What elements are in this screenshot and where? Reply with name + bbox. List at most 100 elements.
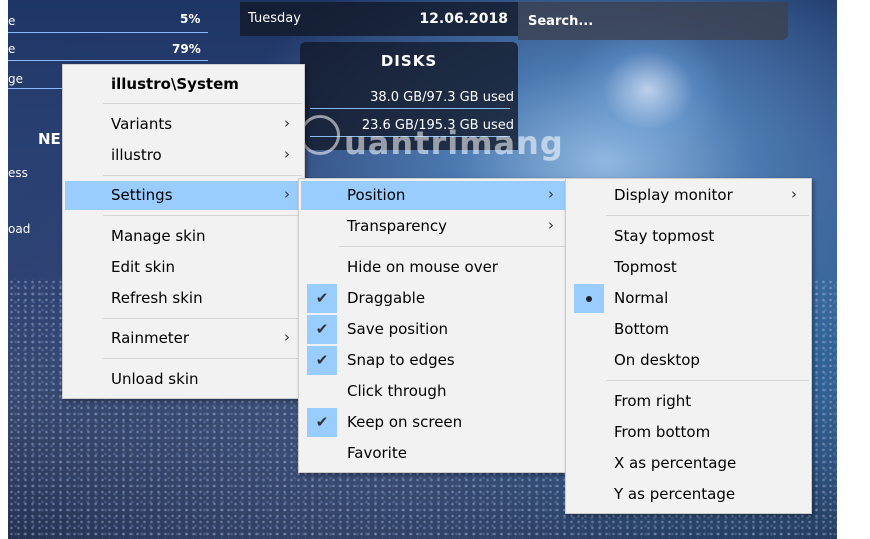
menu-item-variants[interactable]: Variants › bbox=[65, 110, 302, 139]
menu-item-edit-skin[interactable]: Edit skin bbox=[65, 253, 302, 282]
menu-item-label: On desktop bbox=[614, 351, 700, 369]
search-placeholder[interactable]: Search... bbox=[528, 14, 593, 29]
menu-item-label: Variants bbox=[111, 115, 173, 133]
menu-item-label: illustro bbox=[111, 146, 162, 164]
day-label: Tuesday bbox=[248, 11, 301, 26]
chevron-right-icon: › bbox=[548, 185, 554, 203]
menu-item-label: Display monitor bbox=[614, 186, 733, 204]
menu-item-position[interactable]: Position › bbox=[301, 181, 566, 210]
date-label: 12.06.2018 bbox=[419, 11, 508, 27]
menu-separator bbox=[103, 175, 302, 176]
menu-separator bbox=[606, 380, 809, 381]
menu-item-label: Bottom bbox=[614, 320, 670, 338]
menu-item-label: Favorite bbox=[347, 444, 407, 462]
menu-item-label: Save position bbox=[347, 320, 449, 338]
menu-item-refresh-skin[interactable]: Refresh skin bbox=[65, 284, 302, 313]
left-widget-label: e bbox=[8, 14, 16, 28]
chevron-right-icon: › bbox=[284, 185, 290, 203]
menu-item-normal[interactable]: Normal bbox=[568, 284, 809, 313]
menu-item-keep-on-screen[interactable]: ✔ Keep on screen bbox=[301, 408, 566, 437]
menu-item-label: Normal bbox=[614, 289, 669, 307]
search-widget[interactable]: Search... bbox=[518, 2, 788, 40]
watermark-logo-icon bbox=[300, 115, 340, 155]
watermark-text: uantrimang bbox=[344, 124, 564, 162]
menu-item-settings[interactable]: Settings › bbox=[65, 181, 302, 210]
chevron-right-icon: › bbox=[284, 145, 290, 163]
menu-item-label: From bottom bbox=[614, 423, 711, 441]
disk1-usage: 38.0 GB/97.3 GB used bbox=[370, 90, 514, 105]
menu-item-manage-skin[interactable]: Manage skin bbox=[65, 222, 302, 251]
menu-item-label: Hide on mouse over bbox=[347, 258, 498, 276]
context-menu-position: Display monitor › Stay topmost Topmost N… bbox=[565, 178, 812, 514]
left-widget-label: e bbox=[8, 42, 16, 56]
menu-item-display-monitor[interactable]: Display monitor › bbox=[568, 181, 809, 210]
menu-header: illustro\System bbox=[65, 70, 302, 99]
menu-item-from-bottom[interactable]: From bottom bbox=[568, 418, 809, 447]
menu-item-label: X as percentage bbox=[614, 454, 737, 472]
swap-bar bbox=[8, 88, 68, 89]
cpu-percent: 5% bbox=[180, 12, 201, 26]
left-widget-label: ess bbox=[8, 166, 28, 180]
menu-item-label: From right bbox=[614, 392, 692, 410]
left-widget-label: oad bbox=[8, 222, 31, 236]
ram-bar bbox=[8, 60, 208, 61]
menu-item-draggable[interactable]: ✔ Draggable bbox=[301, 284, 566, 313]
menu-item-illustro[interactable]: illustro › bbox=[65, 141, 302, 170]
chevron-right-icon: › bbox=[791, 185, 797, 203]
menu-item-x-as-percentage[interactable]: X as percentage bbox=[568, 449, 809, 478]
menu-header-label: illustro\System bbox=[111, 75, 239, 93]
menu-item-label: Settings bbox=[111, 186, 173, 204]
stage-light bbox=[568, 20, 728, 160]
bullet-icon bbox=[574, 284, 604, 313]
menu-item-bottom[interactable]: Bottom bbox=[568, 315, 809, 344]
menu-item-label: Draggable bbox=[347, 289, 426, 307]
context-menu-settings: Position › Transparency › Hide on mouse … bbox=[298, 178, 569, 473]
menu-item-save-position[interactable]: ✔ Save position bbox=[301, 315, 566, 344]
check-icon: ✔ bbox=[307, 284, 337, 313]
disks-title: DISKS bbox=[380, 52, 438, 70]
menu-item-label: Snap to edges bbox=[347, 351, 455, 369]
check-icon: ✔ bbox=[307, 315, 337, 344]
menu-item-stay-topmost[interactable]: Stay topmost bbox=[568, 222, 809, 251]
menu-item-hide-on-mouse-over[interactable]: Hide on mouse over bbox=[301, 253, 566, 282]
menu-separator bbox=[103, 358, 302, 359]
menu-separator bbox=[103, 318, 302, 319]
menu-item-label: Refresh skin bbox=[111, 289, 203, 307]
menu-item-label: Click through bbox=[347, 382, 447, 400]
disk1-bar bbox=[310, 108, 510, 109]
date-widget: Tuesday 12.06.2018 bbox=[240, 2, 518, 36]
context-menu-main: illustro\System Variants › illustro › Se… bbox=[62, 64, 305, 399]
menu-item-snap-to-edges[interactable]: ✔ Snap to edges bbox=[301, 346, 566, 375]
menu-item-favorite[interactable]: Favorite bbox=[301, 439, 566, 468]
left-widget-label: ge bbox=[8, 72, 23, 86]
menu-item-click-through[interactable]: Click through bbox=[301, 377, 566, 406]
chevron-right-icon: › bbox=[284, 328, 290, 346]
menu-item-from-right[interactable]: From right bbox=[568, 387, 809, 416]
menu-item-label: Topmost bbox=[614, 258, 677, 276]
menu-item-unload-skin[interactable]: Unload skin bbox=[65, 365, 302, 394]
menu-separator bbox=[103, 215, 302, 216]
menu-item-transparency[interactable]: Transparency › bbox=[301, 212, 566, 241]
menu-item-topmost[interactable]: Topmost bbox=[568, 253, 809, 282]
menu-item-rainmeter[interactable]: Rainmeter › bbox=[65, 324, 302, 353]
menu-item-label: Position bbox=[347, 186, 406, 204]
menu-item-label: Manage skin bbox=[111, 227, 206, 245]
menu-item-label: Stay topmost bbox=[614, 227, 715, 245]
menu-separator bbox=[606, 215, 809, 216]
menu-separator bbox=[103, 103, 302, 104]
chevron-right-icon: › bbox=[284, 114, 290, 132]
menu-separator bbox=[339, 246, 566, 247]
chevron-right-icon: › bbox=[548, 216, 554, 234]
check-icon: ✔ bbox=[307, 346, 337, 375]
ram-percent: 79% bbox=[172, 42, 201, 56]
menu-item-on-desktop[interactable]: On desktop bbox=[568, 346, 809, 375]
menu-item-label: Rainmeter bbox=[111, 329, 190, 347]
menu-item-label: Keep on screen bbox=[347, 413, 463, 431]
cpu-bar bbox=[8, 32, 208, 33]
left-widget-heading: NE bbox=[38, 130, 61, 148]
menu-item-label: Y as percentage bbox=[614, 485, 736, 503]
menu-item-label: Transparency bbox=[347, 217, 448, 235]
menu-item-label: Unload skin bbox=[111, 370, 199, 388]
menu-item-y-as-percentage[interactable]: Y as percentage bbox=[568, 480, 809, 509]
menu-item-label: Edit skin bbox=[111, 258, 175, 276]
